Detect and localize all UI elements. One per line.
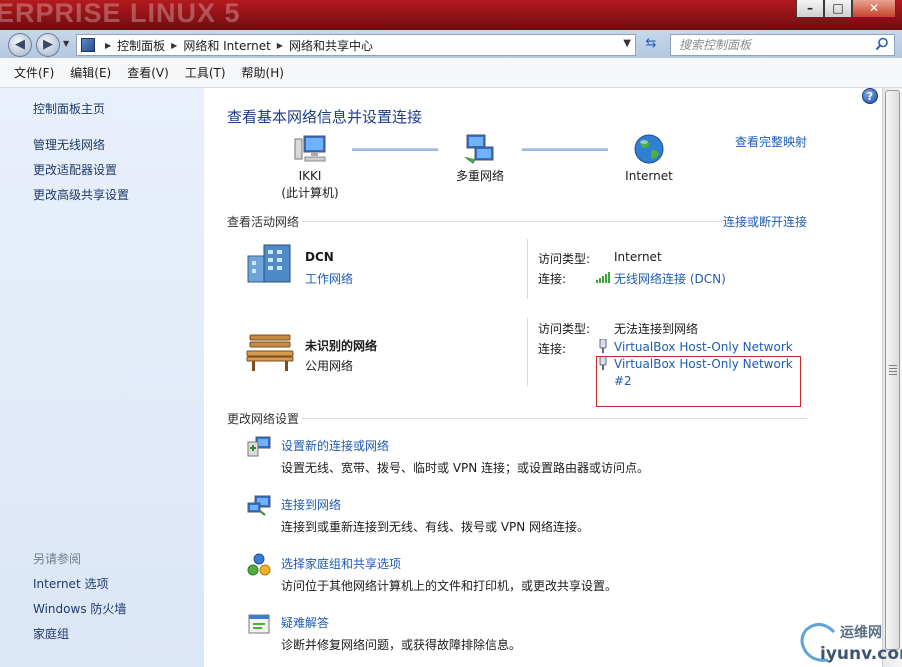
watermark-text-cn: 运维网: [840, 625, 882, 641]
wireless-connection-link[interactable]: 无线网络连接 (DCN): [614, 270, 726, 287]
forward-arrow-icon: ▶: [43, 37, 53, 52]
sidebar-link-control-panel-home[interactable]: 控制面板主页: [33, 100, 105, 117]
watermark-text-domain: iyunv.com: [820, 644, 902, 664]
back-arrow-icon: ◀: [15, 37, 25, 52]
search-input[interactable]: [679, 36, 869, 54]
sidebar-link-internet-options[interactable]: Internet 选项: [33, 575, 108, 592]
refresh-button[interactable]: ⇆: [640, 36, 662, 54]
menu-bar: 文件(F) 编辑(E) 查看(V) 工具(T) 帮助(H): [0, 58, 902, 88]
task-troubleshoot-desc: 诊断并修复网络问题，或获得故障排除信息。: [281, 638, 522, 652]
breadcrumb-network-sharing-center[interactable]: 网络和共享中心: [289, 37, 373, 54]
view-full-map-link[interactable]: 查看完整映射: [735, 133, 807, 150]
connection-label: 连接:: [538, 342, 567, 356]
connect-to-network-icon: [247, 495, 271, 516]
address-bar[interactable]: ▶ 控制面板 ▶ 网络和 Internet ▶ 网络和共享中心 ▼: [76, 34, 636, 56]
menu-help[interactable]: 帮助(H): [234, 64, 292, 81]
search-icon[interactable]: [875, 37, 889, 51]
computer-subtitle: (此计算机): [281, 186, 339, 200]
close-button[interactable]: ✕: [852, 0, 896, 18]
access-type-value: Internet: [614, 250, 662, 264]
virtualbox-connection-link[interactable]: VirtualBox Host-Only Network: [614, 340, 793, 354]
window-controls: – □ ✕: [796, 0, 896, 18]
task-connect-to-network-desc: 连接到或重新连接到无线、有线、拨号或 VPN 网络连接。: [281, 520, 590, 534]
change-settings-heading: 更改网络设置: [227, 412, 300, 426]
recent-pages-dropdown-icon[interactable]: ▼: [63, 39, 69, 48]
task-homegroup-sharing-link[interactable]: 选择家庭组和共享选项: [281, 555, 401, 572]
active-networks-heading: 查看活动网络: [227, 215, 300, 229]
menu-edit[interactable]: 编辑(E): [62, 64, 119, 81]
watermark-logo: 运维网 iyunv.com: [798, 618, 902, 666]
maximize-button[interactable]: □: [824, 0, 852, 18]
menu-file[interactable]: 文件(F): [6, 64, 62, 81]
task-troubleshoot-link[interactable]: 疑难解答: [281, 614, 329, 631]
globe-icon: [634, 134, 664, 164]
vertical-scrollbar[interactable]: [882, 88, 902, 667]
scrollbar-thumb[interactable]: [885, 90, 900, 650]
menu-view[interactable]: 查看(V): [119, 64, 177, 81]
help-icon[interactable]: ?: [862, 88, 878, 104]
breadcrumb-separator-icon[interactable]: ▶: [105, 41, 111, 50]
map-node-computer[interactable]: IKKI (此计算机): [260, 133, 360, 202]
sidebar-link-windows-firewall[interactable]: Windows 防火墙: [33, 600, 126, 617]
computer-name: IKKI: [298, 169, 322, 183]
menu-tools[interactable]: 工具(T): [177, 64, 234, 81]
multiple-networks-icon: [464, 134, 494, 164]
sidebar-link-advanced-sharing[interactable]: 更改高级共享设置: [33, 186, 129, 203]
network-divider: [527, 318, 528, 386]
homegroup-sharing-icon: [247, 553, 271, 576]
ethernet-adapter-icon: [599, 339, 607, 353]
wireless-signal-icon: [596, 272, 610, 283]
minimize-button[interactable]: –: [796, 0, 824, 18]
sidebar-link-adapter-settings[interactable]: 更改适配器设置: [33, 161, 117, 178]
troubleshoot-icon: [248, 614, 270, 634]
task-homegroup-sharing-desc: 访问位于其他网络计算机上的文件和打印机，或更改共享设置。: [281, 579, 618, 593]
map-node-internet[interactable]: Internet: [599, 133, 699, 185]
office-building-icon: [247, 244, 291, 283]
window-title-bar: ERPRISE LINUX 5 – □ ✕: [0, 0, 902, 30]
network-type-work[interactable]: 工作网络: [305, 270, 353, 287]
title-background-text: ERPRISE LINUX 5: [0, 0, 241, 28]
task-setup-new-connection-link[interactable]: 设置新的连接或网络: [281, 437, 389, 454]
see-also-heading: 另请参阅: [33, 552, 82, 566]
network-divider: [527, 239, 528, 299]
breadcrumb-separator-icon[interactable]: ▶: [171, 41, 177, 50]
breadcrumb-separator-icon[interactable]: ▶: [277, 41, 283, 50]
sidebar-link-manage-wireless[interactable]: 管理无线网络: [33, 136, 105, 153]
address-dropdown-icon[interactable]: ▼: [623, 38, 631, 49]
connection-label: 连接:: [538, 272, 567, 286]
section-divider: [302, 418, 807, 419]
access-type-label: 访问类型:: [538, 322, 591, 336]
breadcrumb-network-internet[interactable]: 网络和 Internet: [183, 37, 270, 54]
search-box[interactable]: [670, 34, 895, 56]
computer-icon: [294, 135, 326, 162]
sidebar-link-homegroup[interactable]: 家庭组: [33, 625, 69, 642]
multiple-networks-label: 多重网络: [455, 169, 504, 183]
access-type-value: 无法连接到网络: [614, 322, 699, 336]
forward-button[interactable]: ▶: [36, 33, 60, 57]
main-content: ? 查看基本网络信息并设置连接 查看完整映射 IKKI (此计算机) 多重网络: [204, 88, 882, 667]
scrollbar-grip-icon: [889, 365, 897, 377]
address-toolbar: ◀ ▶ ▼ ▶ 控制面板 ▶ 网络和 Internet ▶ 网络和共享中心 ▼ …: [0, 30, 902, 58]
network-name-unidentified: 未识别的网络: [305, 339, 378, 353]
park-bench-icon: [246, 334, 294, 371]
breadcrumb-control-panel[interactable]: 控制面板: [117, 37, 165, 54]
highlight-annotation-box: [596, 356, 801, 407]
page-title: 查看基本网络信息并设置连接: [227, 108, 423, 126]
map-connection-line: [352, 148, 438, 151]
section-divider: [302, 221, 722, 222]
map-node-multiple-networks[interactable]: 多重网络: [430, 133, 530, 185]
control-panel-icon: [81, 38, 95, 52]
network-type-public[interactable]: 公用网络: [305, 357, 353, 374]
refresh-icon: ⇆: [645, 36, 657, 51]
task-setup-new-connection-desc: 设置无线、宽带、拨号、临时或 VPN 连接；或设置路由器或访问点。: [281, 461, 650, 475]
sidebar: 控制面板主页 管理无线网络 更改适配器设置 更改高级共享设置 另请参阅 Inte…: [0, 88, 204, 667]
network-name-dcn: DCN: [305, 250, 334, 264]
connect-disconnect-link[interactable]: 连接或断开连接: [723, 213, 807, 230]
map-connection-line: [522, 148, 608, 151]
access-type-label: 访问类型:: [538, 252, 591, 266]
back-button[interactable]: ◀: [8, 33, 32, 57]
task-connect-to-network-link[interactable]: 连接到网络: [281, 496, 341, 513]
new-connection-icon: [247, 436, 271, 457]
internet-label: Internet: [625, 169, 673, 183]
